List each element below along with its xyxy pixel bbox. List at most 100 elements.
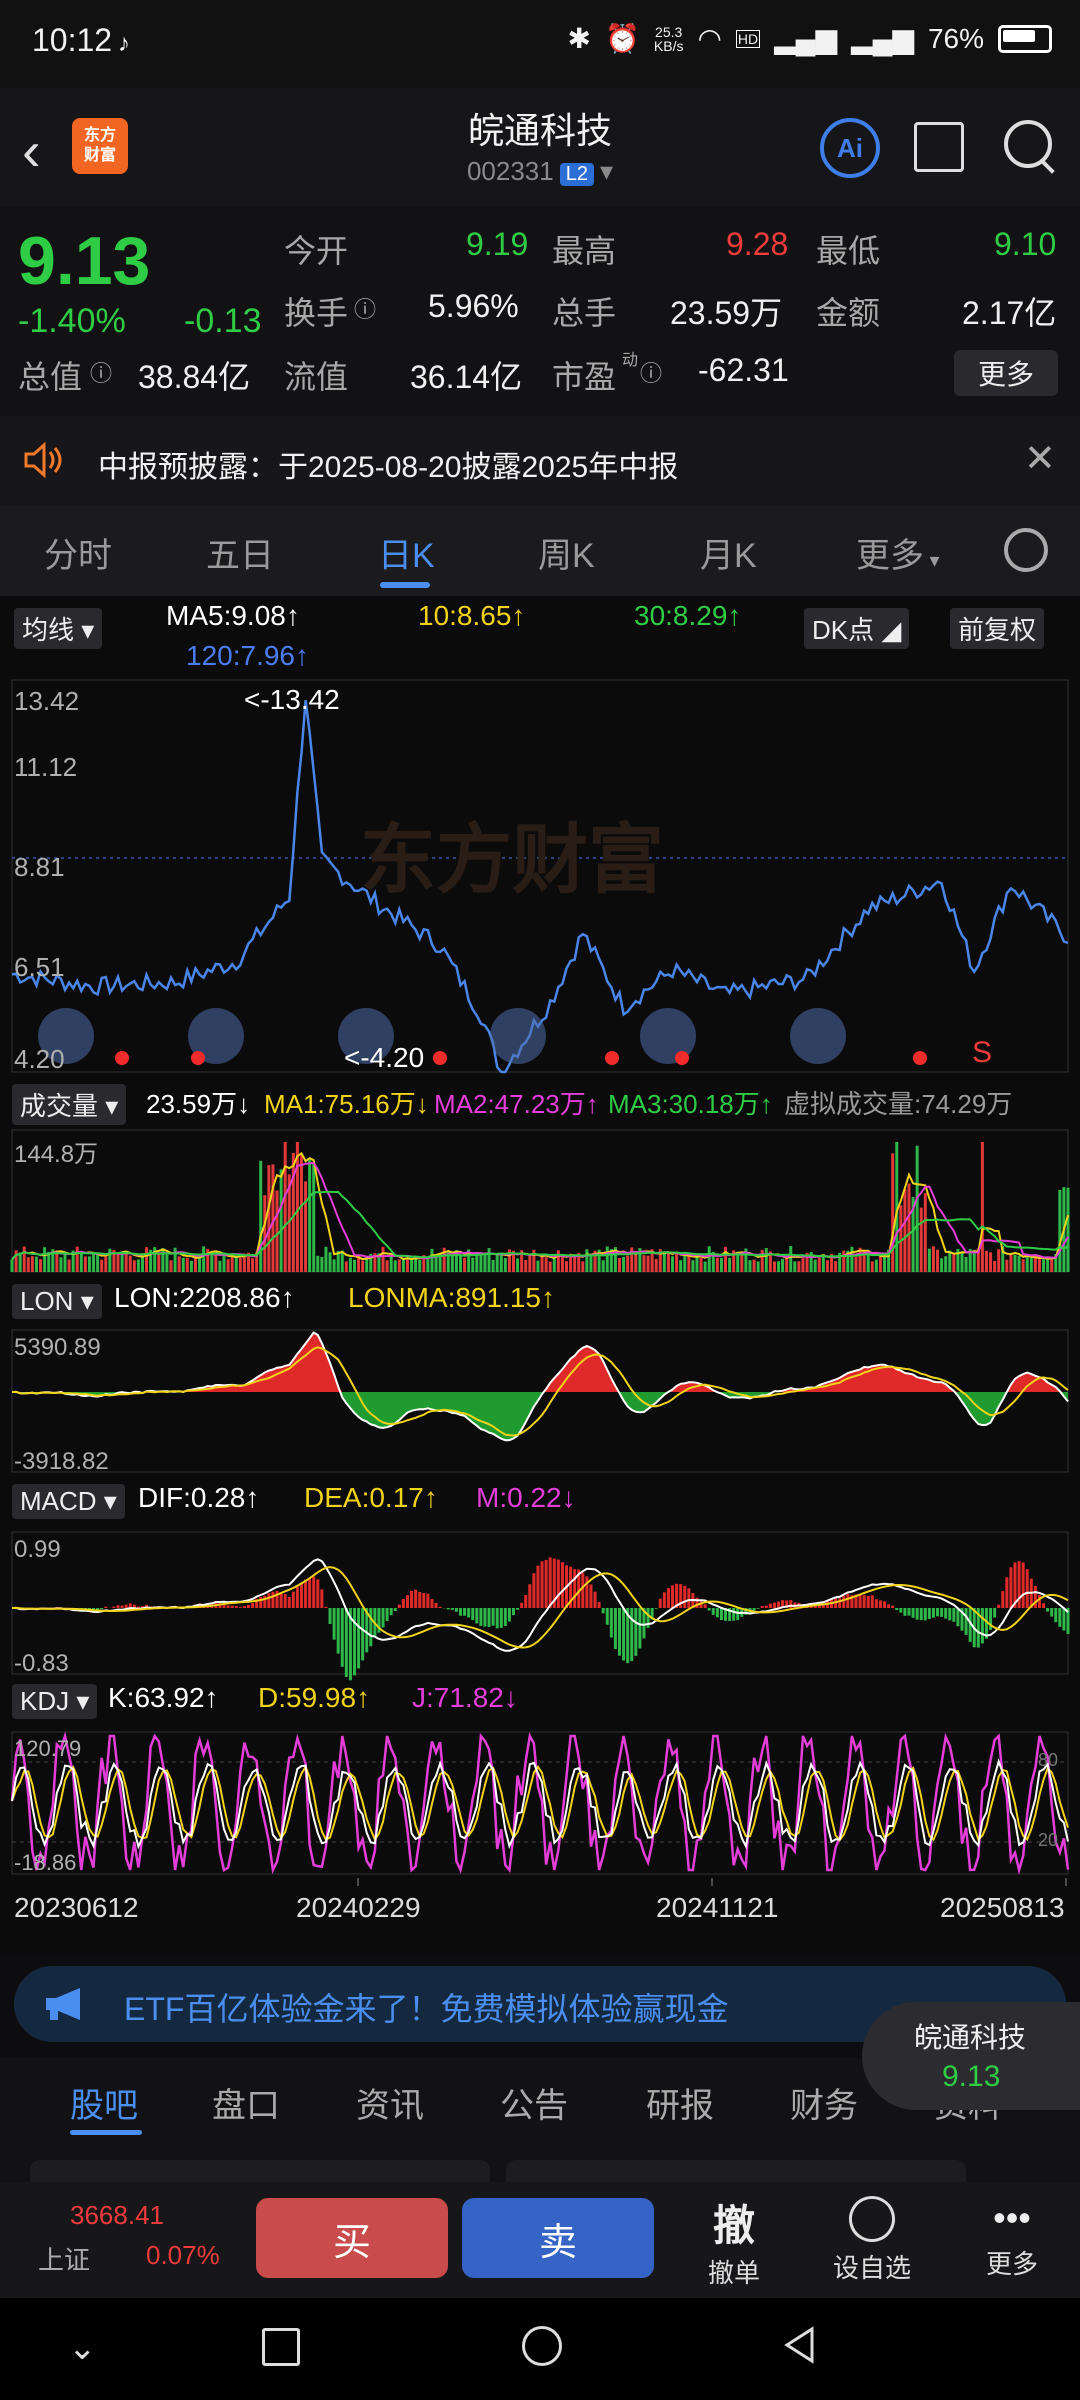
volume-bar (585, 1249, 589, 1272)
y-tick: 8.81 (14, 852, 65, 882)
tab-orderbook[interactable]: 盘口 (212, 2078, 280, 2127)
macd-bar (846, 1593, 850, 1608)
volume-bar (907, 1183, 911, 1272)
volume-bar (495, 1253, 499, 1272)
lon-min: -3918.82 (14, 1448, 109, 1475)
macd-bar (242, 1606, 246, 1608)
volume-bar (740, 1255, 744, 1272)
float-cap-value: 36.14亿 (410, 359, 523, 395)
volume-bar (834, 1261, 838, 1272)
chart-nav-button[interactable] (490, 1008, 546, 1064)
volume-bar (430, 1248, 434, 1272)
more-button[interactable]: ••• 更多 (962, 2192, 1062, 2281)
info-icon[interactable]: ⓘ (354, 292, 376, 324)
gear-icon[interactable] (1004, 528, 1048, 572)
back-nav-icon[interactable] (782, 2326, 816, 2364)
tab-news[interactable]: 资讯 (356, 2078, 424, 2127)
macd-bar (295, 1586, 299, 1608)
macd-bar (263, 1595, 267, 1608)
macd-selector[interactable]: MACD ▾ (12, 1484, 125, 1519)
share-icon[interactable] (914, 122, 964, 172)
volume-bar (785, 1257, 789, 1272)
macd-bar (540, 1561, 544, 1608)
watermark: 东方财富 (360, 818, 664, 903)
macd-bar (332, 1608, 336, 1640)
volume-ma1: MA1:75.16万↓ (264, 1089, 429, 1119)
buy-button[interactable]: 买 (256, 2198, 448, 2278)
volume-bar (1046, 1258, 1050, 1272)
tab-forum[interactable]: 股吧 (70, 2078, 138, 2127)
macd-bar (528, 1584, 532, 1608)
network-speed: 25.3 KB/s (653, 23, 684, 54)
more-quote-button[interactable]: 更多 (954, 350, 1058, 396)
lon-selector[interactable]: LON ▾ (12, 1284, 102, 1319)
volume-bar (707, 1246, 711, 1272)
index-percent: 0.07% (146, 2240, 220, 2270)
macd-bar (927, 1608, 931, 1619)
index-value[interactable]: 3668.41 (70, 2200, 164, 2231)
macd-bar (858, 1594, 862, 1608)
notice-bar[interactable]: 中报预披露：于2025-08-20披露2025年中报 ✕ (0, 416, 1080, 506)
volume-bar (389, 1256, 393, 1272)
volume-bar (463, 1257, 467, 1272)
macd-bar (234, 1606, 238, 1608)
volume-bar (524, 1259, 528, 1272)
recents-icon[interactable] (262, 2328, 300, 2366)
macd-bar (503, 1608, 507, 1626)
macd-bar (887, 1604, 891, 1608)
chevron-down-icon[interactable]: ⌄ (68, 2328, 97, 2368)
macd-bar (479, 1608, 483, 1626)
tab-research[interactable]: 研报 (646, 2078, 714, 2127)
macd-bar (414, 1589, 418, 1608)
volume-bar (797, 1261, 801, 1272)
chart-nav-button[interactable] (790, 1008, 846, 1064)
volume-bar (418, 1260, 422, 1272)
volume-bar (165, 1254, 169, 1272)
pe-label: 市盈 (552, 359, 617, 395)
volume-bar (263, 1195, 267, 1272)
volume-bar (120, 1253, 124, 1272)
volume-bar (128, 1255, 132, 1272)
volume-bar (1025, 1255, 1029, 1272)
info-icon[interactable]: ⓘ (640, 356, 662, 388)
tab-financials[interactable]: 财务 (790, 2078, 858, 2127)
floating-stock-card[interactable]: 皖通科技 9.13 (862, 2002, 1080, 2110)
macd-bar (915, 1608, 919, 1620)
search-icon[interactable] (1004, 120, 1052, 168)
volume-bar (324, 1246, 328, 1272)
signal-dot (913, 1051, 927, 1065)
close-icon[interactable]: ✕ (1024, 436, 1056, 481)
macd-bar (883, 1601, 887, 1608)
signal-dot (115, 1051, 129, 1065)
open-value: 9.19 (466, 226, 529, 262)
sell-button[interactable]: 卖 (462, 2198, 654, 2278)
volume-selector[interactable]: 成交量 ▾ (12, 1084, 127, 1125)
macd-bar (707, 1608, 711, 1611)
tab-weekly-k[interactable]: 周K (538, 528, 595, 577)
volume-bar (923, 1193, 927, 1272)
kdj-selector[interactable]: KDJ ▾ (12, 1684, 98, 1719)
tab-daily-k[interactable]: 日K (378, 528, 435, 577)
info-icon[interactable]: ⓘ (90, 356, 112, 388)
macd-bar (405, 1595, 409, 1608)
home-icon[interactable] (522, 2326, 562, 2366)
tab-monthly-k[interactable]: 月K (700, 528, 757, 577)
tab-five-day[interactable]: 五日 (206, 528, 274, 577)
volume-bar (854, 1256, 858, 1272)
tab-announcements[interactable]: 公告 (500, 2078, 568, 2127)
cancel-order-button[interactable]: 撤 撤单 (684, 2192, 784, 2290)
ai-assistant-icon[interactable]: Ai (820, 118, 880, 178)
volume-bar (14, 1250, 18, 1272)
battery-level: 76% (927, 22, 984, 54)
macd-bar (104, 1606, 108, 1608)
kline-chart-area[interactable]: 均线 ▾ MA5:9.08↑ 10:8.65↑ 30:8.29↑ 120:7.9… (0, 596, 1080, 1956)
volume-bar (565, 1261, 569, 1272)
macd-bar (287, 1597, 291, 1608)
volume-bar (1013, 1254, 1017, 1272)
macd-bar (112, 1606, 116, 1608)
megaphone-icon (46, 1988, 80, 2020)
tab-more[interactable]: 更多 ▾ (856, 528, 940, 577)
add-watchlist-button[interactable]: 设自选 (822, 2187, 922, 2285)
volume-bar (793, 1261, 797, 1272)
tab-intraday[interactable]: 分时 (44, 528, 112, 577)
